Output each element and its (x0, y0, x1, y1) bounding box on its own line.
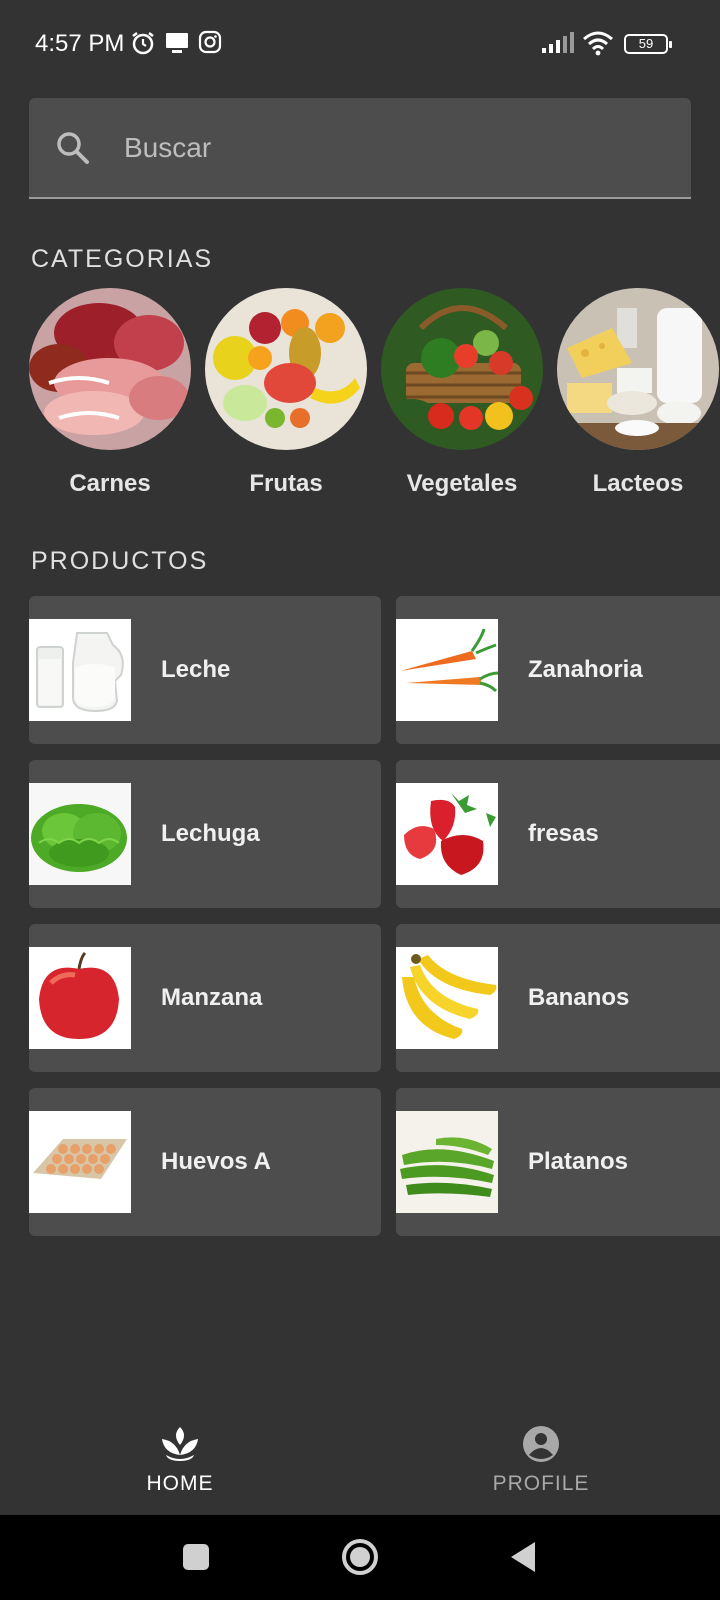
product-card-fresas[interactable]: fresas (396, 760, 720, 908)
product-card-manzana[interactable]: Manzana (29, 924, 381, 1072)
alarm-icon (130, 30, 156, 61)
product-card-zanahoria[interactable]: Zanahoria (396, 596, 720, 744)
category-label: Lacteos (592, 470, 684, 497)
product-card-huevos[interactable]: Huevos A (29, 1088, 381, 1236)
search-input[interactable] (124, 120, 664, 176)
product-name: Bananos (528, 984, 630, 1011)
product-image-platanos (396, 1111, 498, 1213)
monitor-icon (164, 30, 190, 61)
instagram-icon (198, 30, 222, 59)
product-name: fresas (528, 820, 599, 847)
product-card-platanos[interactable]: Platanos (396, 1088, 720, 1236)
product-card-lechuga[interactable]: Lechuga (29, 760, 381, 908)
product-name: Platanos (528, 1148, 629, 1175)
system-navigation-bar (0, 1515, 720, 1600)
product-image-zanahoria (396, 619, 498, 721)
nav-profile[interactable]: PROFILE (461, 1425, 621, 1496)
category-carnes[interactable]: Carnes (29, 288, 191, 498)
home-lotus-icon (160, 1427, 200, 1467)
status-time: 4:57 PM (35, 30, 125, 57)
product-name: Manzana (161, 984, 263, 1011)
battery-icon: 59 (624, 34, 672, 54)
search-bar[interactable] (29, 98, 691, 199)
category-image-vegetales (381, 288, 543, 450)
nav-profile-label: PROFILE (492, 1472, 590, 1495)
category-vegetales[interactable]: Vegetales (381, 288, 543, 498)
product-image-bananos (396, 947, 498, 1049)
product-name: Leche (161, 656, 231, 683)
recents-icon[interactable] (182, 1543, 210, 1576)
products-title: PRODUCTOS (31, 547, 209, 575)
status-bar: 4:57 PM 59 (0, 0, 720, 90)
home-button-icon[interactable] (341, 1538, 379, 1581)
category-image-frutas (205, 288, 367, 450)
product-image-lechuga (29, 783, 131, 885)
nav-home-label: HOME (146, 1472, 214, 1495)
search-icon[interactable] (55, 130, 91, 171)
product-name: Zanahoria (528, 656, 643, 683)
product-name: Huevos A (161, 1148, 271, 1175)
category-image-carnes (29, 288, 191, 450)
product-image-fresas (396, 783, 498, 885)
category-label: Frutas (249, 470, 323, 497)
product-image-manzana (29, 947, 131, 1049)
signal-icon (540, 32, 576, 59)
category-image-lacteos (557, 288, 719, 450)
product-image-leche (29, 619, 131, 721)
nav-home[interactable]: HOME (100, 1425, 260, 1496)
product-name: Lechuga (161, 820, 260, 847)
profile-icon (522, 1426, 560, 1467)
category-label: Vegetales (406, 470, 518, 497)
wifi-icon (582, 30, 614, 61)
category-lacteos[interactable]: Lacteos (557, 288, 719, 498)
bottom-navigation: HOME PROFILE (0, 1405, 720, 1515)
product-card-leche[interactable]: Leche (29, 596, 381, 744)
product-image-huevos (29, 1111, 131, 1213)
categories-list: Carnes Frutas Vegetales Lacteos (29, 288, 720, 508)
category-frutas[interactable]: Frutas (205, 288, 367, 498)
categories-title: CATEGORIAS (31, 245, 214, 273)
category-label: Carnes (69, 470, 151, 497)
back-icon[interactable] (509, 1540, 537, 1579)
product-card-bananos[interactable]: Bananos (396, 924, 720, 1072)
